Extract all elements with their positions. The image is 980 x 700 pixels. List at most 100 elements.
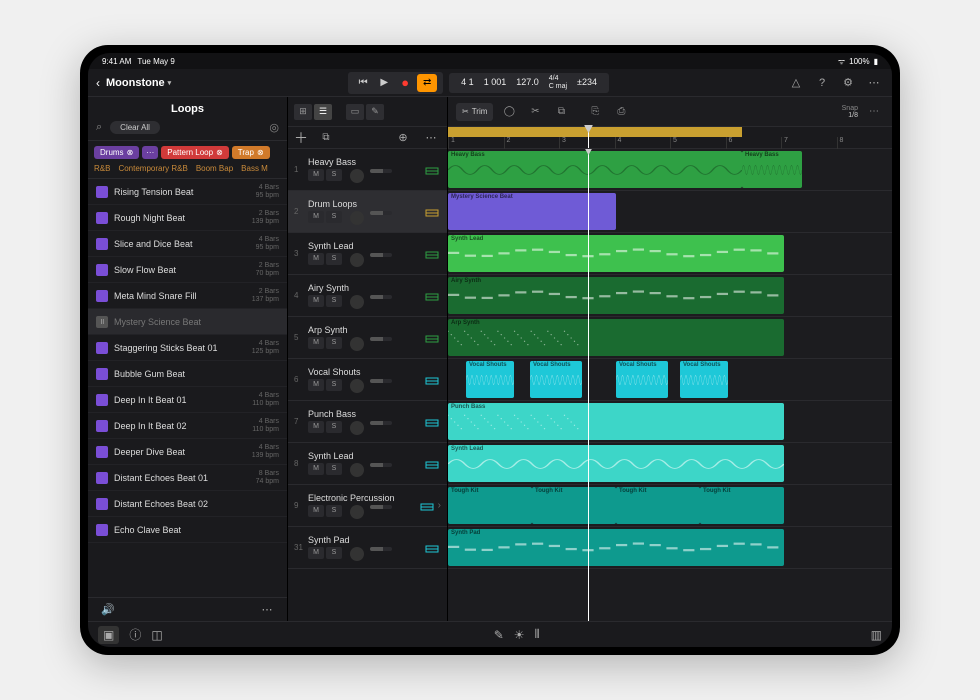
loop-row[interactable]: Deeper Dive Beat 4 Bars139 bpm xyxy=(88,439,287,465)
library-button[interactable]: ▣ xyxy=(98,626,119,644)
mute-button[interactable]: M xyxy=(308,547,324,559)
snap-setting[interactable]: Snap 1/8 xyxy=(842,105,858,119)
timeline-lane[interactable]: Airy Synth xyxy=(448,275,892,317)
mute-button[interactable]: M xyxy=(308,253,324,265)
info-button[interactable]: ⓘ xyxy=(129,626,141,643)
timeline-region[interactable]: Vocal Shouts xyxy=(680,361,728,398)
chevron-right-icon[interactable]: › xyxy=(438,500,441,511)
play-button[interactable]: ▶ xyxy=(375,74,393,92)
instrument-icon[interactable] xyxy=(423,161,441,179)
timeline-more-icon[interactable]: ⋯ xyxy=(864,103,884,121)
track-header[interactable]: 1 Heavy Bass M S xyxy=(288,149,447,191)
scissors-icon[interactable]: ✂ xyxy=(525,103,545,121)
instrument-icon[interactable] xyxy=(418,497,436,515)
mute-button[interactable]: M xyxy=(308,463,324,475)
solo-button[interactable]: S xyxy=(326,463,342,475)
volume-slider[interactable] xyxy=(370,253,392,257)
instrument-icon[interactable] xyxy=(423,203,441,221)
instrument-icon[interactable] xyxy=(423,287,441,305)
loop-row[interactable]: Distant Echoes Beat 02 xyxy=(88,491,287,517)
volume-slider[interactable] xyxy=(370,337,392,341)
timeline-region[interactable]: Vocal Shouts xyxy=(530,361,582,398)
loop-row[interactable]: ॥ Mystery Science Beat xyxy=(88,309,287,335)
volume-slider[interactable] xyxy=(370,295,392,299)
pan-knob[interactable] xyxy=(350,421,364,435)
back-button[interactable]: ‹ xyxy=(96,76,100,90)
pan-knob[interactable] xyxy=(350,169,364,183)
loop-row[interactable]: Slice and Dice Beat 4 Bars95 bpm xyxy=(88,231,287,257)
timeline-lane[interactable]: Vocal ShoutsVocal ShoutsVocal ShoutsVoca… xyxy=(448,359,892,401)
solo-button[interactable]: S xyxy=(326,169,342,181)
timeline-ruler[interactable]: 12345678 xyxy=(448,127,892,149)
solo-button[interactable]: S xyxy=(326,379,342,391)
browser-button[interactable]: ◫ xyxy=(151,628,162,642)
project-title[interactable]: Moonstone ▾ xyxy=(106,77,171,89)
brightness-icon[interactable]: ☀ xyxy=(514,628,525,642)
track-header[interactable]: 8 Synth Lead M S xyxy=(288,443,447,485)
view-region-button[interactable]: ▭ xyxy=(346,104,364,120)
solo-button[interactable]: S xyxy=(326,421,342,433)
mute-button[interactable]: M xyxy=(308,505,324,517)
paste-icon[interactable]: ⎙ xyxy=(611,103,631,121)
cloud-icon[interactable]: △ xyxy=(786,73,806,93)
cycle-region[interactable] xyxy=(448,127,742,137)
timeline-lane[interactable]: Synth Lead xyxy=(448,443,892,485)
track-header[interactable]: 3 Synth Lead M S xyxy=(288,233,447,275)
pan-knob[interactable] xyxy=(350,337,364,351)
view-list-button[interactable]: ☰ xyxy=(314,104,332,120)
filter-tag[interactable]: Drums ⊗ xyxy=(94,146,139,159)
mute-button[interactable]: M xyxy=(308,337,324,349)
track-header[interactable]: 2 Drum Loops M S xyxy=(288,191,447,233)
subcategory-item[interactable]: Bass M xyxy=(241,164,268,173)
instrument-icon[interactable] xyxy=(423,455,441,473)
solo-button[interactable]: S xyxy=(326,253,342,265)
mute-button[interactable]: M xyxy=(308,379,324,391)
pan-knob[interactable] xyxy=(350,295,364,309)
subcategory-item[interactable]: R&B xyxy=(94,164,110,173)
track-header[interactable]: 7 Punch Bass M S xyxy=(288,401,447,443)
timeline-lane[interactable]: ⊞Mystery Science Beat+ xyxy=(448,191,892,233)
timeline-lane[interactable]: Heavy BassHeavy Bass xyxy=(448,149,892,191)
pan-knob[interactable] xyxy=(350,379,364,393)
track-input-icon[interactable]: ⊕ xyxy=(393,128,413,148)
pan-knob[interactable] xyxy=(350,547,364,561)
playhead[interactable] xyxy=(588,149,589,621)
timeline-lane[interactable]: Synth Pad xyxy=(448,527,892,569)
volume-icon[interactable]: 🔊 xyxy=(98,600,118,620)
loop-row[interactable]: Deep In It Beat 02 4 Bars110 bpm xyxy=(88,413,287,439)
timeline-region[interactable]: Vocal Shouts xyxy=(616,361,668,398)
edit-button[interactable]: ✎ xyxy=(494,628,504,642)
filter-tag[interactable]: Pattern Loop ⊗ xyxy=(161,146,229,159)
loop-row[interactable]: Deep In It Beat 01 4 Bars110 bpm xyxy=(88,387,287,413)
keyboard-button[interactable]: ▥ xyxy=(871,628,882,642)
view-grid-button[interactable]: ⊞ xyxy=(294,104,312,120)
timeline-region[interactable]: Synth Lead xyxy=(448,235,784,272)
duplicate-track-icon[interactable]: ⧉ xyxy=(316,128,336,148)
lcd-display[interactable]: 4 1 1 001 127.0 4/4C maj ±234 xyxy=(449,73,609,93)
volume-slider[interactable] xyxy=(370,379,392,383)
view-automation-button[interactable]: ✎ xyxy=(366,104,384,120)
loop-tool-icon[interactable]: ◯ xyxy=(499,103,519,121)
loop-list[interactable]: Rising Tension Beat 4 Bars95 bpm Rough N… xyxy=(88,179,287,597)
timeline-region[interactable]: Synth Pad xyxy=(448,529,784,566)
more-icon[interactable]: ⋯ xyxy=(864,73,884,93)
track-header[interactable]: 4 Airy Synth M S xyxy=(288,275,447,317)
timeline-lane[interactable]: Tough KitTough KitTough KitTough Kit xyxy=(448,485,892,527)
subcategory-item[interactable]: Contemporary R&B xyxy=(118,164,187,173)
loop-row[interactable]: Echo Clave Beat xyxy=(88,517,287,543)
glue-icon[interactable]: ⧉ xyxy=(551,103,571,121)
timeline-region[interactable]: Mystery Science Beat+ xyxy=(448,193,616,230)
timeline-lane[interactable]: Punch Bass xyxy=(448,401,892,443)
results-filter-icon[interactable]: ◎ xyxy=(269,121,279,134)
timeline-lane[interactable]: Synth Lead xyxy=(448,233,892,275)
cycle-button[interactable]: ⇄ xyxy=(417,74,437,92)
track-header[interactable]: 9 Electronic Percussion M S › xyxy=(288,485,447,527)
subcategory-item[interactable]: Boom Bap xyxy=(196,164,233,173)
volume-slider[interactable] xyxy=(370,211,392,215)
loop-row[interactable]: Staggering Sticks Beat 01 4 Bars125 bpm xyxy=(88,335,287,361)
timeline-region[interactable]: Tough Kit xyxy=(700,487,784,524)
track-more-icon[interactable]: ⋯ xyxy=(421,128,441,148)
timeline-region[interactable]: Arp Synth xyxy=(448,319,784,356)
track-header[interactable]: 5 Arp Synth M S xyxy=(288,317,447,359)
instrument-icon[interactable] xyxy=(423,539,441,557)
